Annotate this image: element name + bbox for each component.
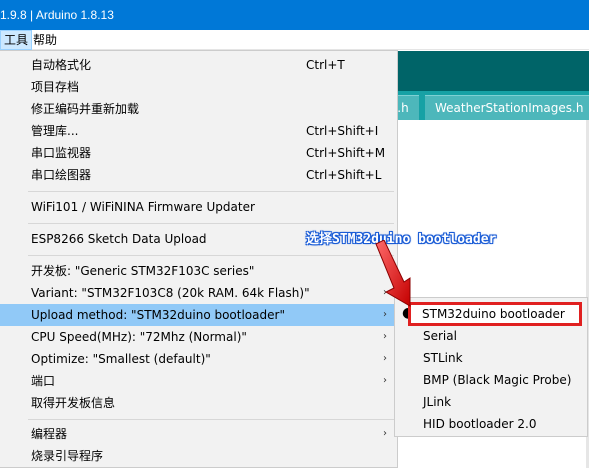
submenu-arrow-icon: › — [383, 331, 387, 342]
menu-separator — [28, 191, 394, 192]
submenu-item-bmp[interactable]: BMP (Black Magic Probe) — [395, 369, 587, 391]
window-title-bar: 1.9.8 | Arduino 1.8.13 — [0, 0, 589, 30]
menu-separator — [28, 419, 394, 420]
submenu-item-stlink[interactable]: STLink — [395, 347, 587, 369]
submenu-item-jlink[interactable]: JLink — [395, 391, 587, 413]
submenu-item-label: BMP (Black Magic Probe) — [423, 373, 572, 387]
menu-item-board[interactable]: 开发板: "Generic STM32F103C series" — [0, 260, 397, 282]
menu-item-fix-encoding[interactable]: 修正编码并重新加载 — [0, 98, 397, 120]
submenu-item-label: STM32duino bootloader — [422, 307, 565, 321]
menu-item-label: 修正编码并重新加载 — [31, 102, 140, 116]
menu-item-label: 自动格式化 — [31, 58, 92, 72]
menu-item-shortcut: Ctrl+Shift+M — [306, 146, 386, 160]
menu-item-label: 烧录引导程序 — [31, 449, 104, 463]
tools-menu: 自动格式化 Ctrl+T 项目存档 修正编码并重新加载 管理库... Ctrl+… — [0, 50, 398, 468]
menu-item-archive-sketch[interactable]: 项目存档 — [0, 76, 397, 98]
menu-item-label: CPU Speed(MHz): "72Mhz (Normal)" — [31, 330, 247, 344]
menu-item-label: 项目存档 — [31, 80, 80, 94]
submenu-arrow-icon: › — [383, 375, 387, 386]
menu-item-label: ESP8266 Sketch Data Upload — [31, 232, 207, 246]
submenu-item-label: JLink — [423, 395, 452, 409]
menu-bar: 工具 帮助 — [0, 30, 589, 50]
menu-tools[interactable]: 工具 — [0, 30, 33, 50]
menu-item-serial-monitor[interactable]: 串口监视器 Ctrl+Shift+M — [0, 142, 397, 164]
submenu-arrow-icon: › — [383, 428, 387, 439]
menu-separator — [28, 223, 394, 224]
menu-item-label: 取得开发板信息 — [31, 396, 116, 410]
menu-item-label: 端口 — [31, 374, 56, 388]
menu-item-shortcut: Ctrl+Shift+I — [306, 124, 379, 138]
menu-item-label: 串口绘图器 — [31, 168, 92, 182]
menu-item-port[interactable]: 端口 › — [0, 370, 397, 392]
menu-item-label: Upload method: "STM32duino bootloader" — [31, 308, 285, 322]
submenu-item-label: HID bootloader 2.0 — [423, 417, 537, 431]
menu-item-label: 开发板: "Generic STM32F103C series" — [31, 264, 255, 278]
window-title: 1.9.8 | Arduino 1.8.13 — [0, 8, 114, 22]
menu-item-wifi-updater[interactable]: WiFi101 / WiFiNINA Firmware Updater — [0, 196, 397, 218]
menu-item-upload-method[interactable]: Upload method: "STM32duino bootloader" › — [0, 304, 397, 326]
menu-item-programmer[interactable]: 编程器 › — [0, 423, 397, 445]
submenu-arrow-icon: › — [383, 353, 387, 364]
menu-item-label: Optimize: "Smallest (default)" — [31, 352, 211, 366]
annotation-arrow-icon — [375, 240, 411, 307]
ide-toolbar — [383, 51, 589, 91]
submenu-item-hid-bootloader[interactable]: HID bootloader 2.0 — [395, 413, 587, 435]
submenu-item-label: Serial — [423, 329, 457, 343]
tab-weather-station-images[interactable]: WeatherStationImages.h — [425, 95, 589, 120]
menu-item-label: 串口监视器 — [31, 146, 92, 160]
menu-item-label: Variant: "STM32F103C8 (20k RAM. 64k Flas… — [31, 286, 310, 300]
menu-item-serial-plotter[interactable]: 串口绘图器 Ctrl+Shift+L — [0, 164, 397, 186]
menu-item-label: 编程器 — [31, 427, 68, 441]
menu-item-cpu-speed[interactable]: CPU Speed(MHz): "72Mhz (Normal)" › — [0, 326, 397, 348]
menu-item-shortcut: Ctrl+Shift+L — [306, 168, 382, 182]
submenu-item-label: STLink — [423, 351, 463, 365]
menu-item-label: 管理库... — [31, 124, 79, 138]
menu-separator — [28, 255, 394, 256]
menu-item-variant[interactable]: Variant: "STM32F103C8 (20k RAM. 64k Flas… — [0, 282, 397, 304]
menu-item-burn-bootloader[interactable]: 烧录引导程序 — [0, 445, 397, 467]
menu-item-optimize[interactable]: Optimize: "Smallest (default)" › — [0, 348, 397, 370]
menu-item-shortcut: Ctrl+T — [306, 58, 345, 72]
menu-item-auto-format[interactable]: 自动格式化 Ctrl+T — [0, 54, 397, 76]
menu-help[interactable]: 帮助 — [30, 30, 60, 50]
menu-item-label: WiFi101 / WiFiNINA Firmware Updater — [31, 200, 255, 214]
menu-item-board-info[interactable]: 取得开发板信息 — [0, 392, 397, 414]
selected-option-highlight[interactable]: STM32duino bootloader — [408, 302, 582, 326]
submenu-item-serial[interactable]: Serial — [395, 325, 587, 347]
menu-item-manage-libraries[interactable]: 管理库... Ctrl+Shift+I — [0, 120, 397, 142]
ide-tab-strip: s.h WeatherStationImages.h — [383, 91, 589, 120]
